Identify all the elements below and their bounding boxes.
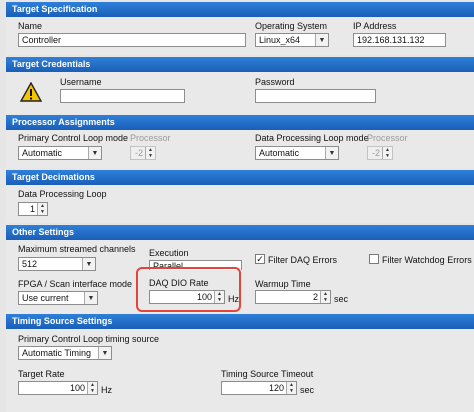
dpl-mode-value: Automatic — [259, 148, 300, 158]
dpl-processor-stepper[interactable]: -2 ▲ ▼ — [367, 146, 393, 160]
name-label: Name — [18, 21, 43, 31]
timeout-unit: sec — [300, 385, 315, 395]
password-label: Password — [255, 77, 295, 87]
pcl-timing-dropdown[interactable]: Automatic Timing ▼ — [18, 346, 112, 360]
fpga-mode-value: Use current — [22, 293, 69, 303]
os-value: Linux_x64 — [259, 35, 301, 45]
pcl-timing-value: Automatic Timing — [22, 348, 92, 358]
section-header-timing-source: Timing Source Settings — [6, 314, 474, 329]
timeout-stepper[interactable]: 120 ▲ ▼ — [221, 381, 297, 395]
section-other-settings: Maximum streamed channels 512 ▼ Executio… — [6, 240, 474, 314]
daq-rate-unit: Hz — [228, 294, 239, 304]
filter-daq-checkbox[interactable]: ✓ — [255, 254, 265, 264]
target-rate-value: 100 — [69, 383, 85, 393]
daq-rate-value: 100 — [196, 292, 212, 302]
username-label: Username — [60, 77, 102, 87]
dpl-processor-label: Processor — [367, 133, 408, 143]
pcl-processor-stepper[interactable]: -2 ▲ ▼ — [130, 146, 156, 160]
spinner-arrows-icon[interactable]: ▲ ▼ — [145, 147, 155, 159]
password-field[interactable] — [255, 89, 376, 103]
username-field[interactable] — [60, 89, 185, 103]
os-dropdown[interactable]: Linux_x64 ▼ — [255, 33, 329, 47]
fpga-mode-label: FPGA / Scan interface mode — [18, 279, 133, 289]
name-field[interactable]: Controller — [18, 33, 246, 47]
warning-icon — [20, 82, 42, 102]
filter-watchdog-checkbox[interactable] — [369, 254, 379, 264]
section-header-target-decimations: Target Decimations — [6, 170, 474, 185]
warmup-stepper[interactable]: 2 ▲ ▼ — [255, 290, 331, 304]
timeout-label: Timing Source Timeout — [221, 369, 314, 379]
section-target-credentials: Username Password — [6, 72, 474, 114]
filter-watchdog-label: Filter Watchdog Errors — [382, 255, 472, 265]
warmup-unit: sec — [334, 294, 349, 304]
pcl-processor-value: -2 — [134, 148, 143, 158]
max-channels-value: 512 — [22, 259, 38, 269]
spinner-arrows-icon[interactable]: ▲ ▼ — [37, 203, 47, 215]
section-header-target-specification: Target Specification — [6, 2, 474, 17]
section-processor-assignments: Primary Control Loop mode Automatic ▼ Pr… — [6, 130, 474, 168]
pcl-processor-label: Processor — [130, 133, 171, 143]
filter-daq-label: Filter DAQ Errors — [268, 255, 338, 265]
chevron-down-icon[interactable]: ▼ — [84, 292, 97, 304]
section-header-other-settings: Other Settings — [6, 225, 474, 240]
section-target-decimations: Data Processing Loop 1 ▲ ▼ — [6, 185, 474, 223]
section-header-target-credentials: Target Credentials — [6, 57, 474, 72]
chevron-down-icon[interactable]: ▼ — [325, 147, 338, 159]
section-timing-source: Primary Control Loop timing source Autom… — [6, 329, 474, 412]
ip-label: IP Address — [353, 21, 397, 31]
dpl-decimation-stepper[interactable]: 1 ▲ ▼ — [18, 202, 48, 216]
chevron-down-icon[interactable]: ▼ — [88, 147, 101, 159]
warmup-value: 2 — [312, 292, 318, 302]
timeout-value: 120 — [268, 383, 284, 393]
fpga-mode-dropdown[interactable]: Use current ▼ — [18, 291, 98, 305]
spinner-arrows-icon[interactable]: ▲ ▼ — [87, 382, 97, 394]
pcl-mode-value: Automatic — [22, 148, 63, 158]
section-target-specification: Name Controller Operating System Linux_x… — [6, 17, 474, 55]
spinner-arrows-icon[interactable]: ▲ ▼ — [382, 147, 392, 159]
dpl-decimation-value: 1 — [29, 204, 35, 214]
warmup-label: Warmup Time — [255, 279, 311, 289]
chevron-down-icon[interactable]: ▼ — [98, 347, 111, 359]
section-header-processor-assignments: Processor Assignments — [6, 115, 474, 130]
daq-rate-label: DAQ DIO Rate — [149, 278, 209, 288]
execution-label: Execution — [149, 248, 189, 258]
pcl-mode-label: Primary Control Loop mode — [18, 133, 129, 143]
max-channels-label: Maximum streamed channels — [18, 244, 136, 254]
target-rate-label: Target Rate — [18, 369, 65, 379]
target-rate-unit: Hz — [101, 385, 112, 395]
dpl-decimation-label: Data Processing Loop — [18, 189, 107, 199]
spinner-arrows-icon[interactable]: ▲ ▼ — [214, 291, 224, 303]
chevron-down-icon[interactable]: ▼ — [82, 258, 95, 270]
dpl-mode-label: Data Processing Loop mode — [255, 133, 369, 143]
os-label: Operating System — [255, 21, 328, 31]
chevron-down-icon[interactable]: ▼ — [315, 34, 328, 46]
spinner-arrows-icon[interactable]: ▲ ▼ — [320, 291, 330, 303]
target-rate-stepper[interactable]: 100 ▲ ▼ — [18, 381, 98, 395]
dpl-mode-dropdown[interactable]: Automatic ▼ — [255, 146, 339, 160]
ip-field[interactable]: 192.168.131.132 — [353, 33, 446, 47]
spinner-arrows-icon[interactable]: ▲ ▼ — [286, 382, 296, 394]
max-channels-dropdown[interactable]: 512 ▼ — [18, 257, 96, 271]
dpl-processor-value: -2 — [371, 148, 380, 158]
pcl-timing-label: Primary Control Loop timing source — [18, 334, 160, 344]
daq-rate-stepper[interactable]: 100 ▲ ▼ — [149, 290, 225, 304]
pcl-mode-dropdown[interactable]: Automatic ▼ — [18, 146, 102, 160]
